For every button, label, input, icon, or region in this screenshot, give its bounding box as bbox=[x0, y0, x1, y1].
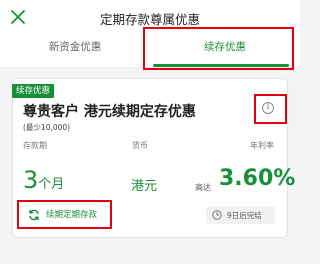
renew-button-label: 续期定期存款 bbox=[46, 210, 98, 220]
offer-title: 尊贵客户 港元续期定存优惠 bbox=[23, 104, 196, 120]
tab-bar: 新资金优惠 续存优惠 bbox=[0, 34, 300, 68]
interest-rate: 3.60% bbox=[219, 166, 296, 191]
active-tab-indicator bbox=[153, 64, 289, 67]
clock-icon bbox=[212, 210, 222, 220]
countdown-text: 9日后完结 bbox=[227, 211, 262, 220]
rate-prefix: 高达 bbox=[195, 183, 211, 192]
period-unit: 个月 bbox=[38, 177, 65, 192]
period-number: 3 bbox=[23, 166, 39, 194]
offer-badge: 续存优惠 bbox=[12, 84, 55, 98]
countdown-badge: 9日后完结 bbox=[206, 206, 275, 224]
page-title: 定期存款尊属优惠 bbox=[99, 12, 200, 27]
deposit-period: 3个月 bbox=[23, 166, 64, 194]
top-bar: 定期存款尊属优惠 bbox=[0, 0, 300, 34]
currency-label: 货币 bbox=[132, 141, 148, 150]
rate-label: 年利率 bbox=[250, 141, 274, 150]
tab-renewal[interactable]: 续存优惠 bbox=[150, 34, 300, 67]
currency-value: 港元 bbox=[131, 179, 158, 194]
renew-deposit-button[interactable]: 续期定期存款 bbox=[20, 203, 108, 226]
refresh-icon bbox=[29, 209, 39, 221]
tab-new-funds[interactable]: 新资金优惠 bbox=[0, 34, 150, 67]
info-icon[interactable]: i bbox=[262, 102, 274, 114]
minimum-amount: (最少10,000) bbox=[23, 123, 71, 132]
period-label: 存款期 bbox=[23, 141, 47, 150]
